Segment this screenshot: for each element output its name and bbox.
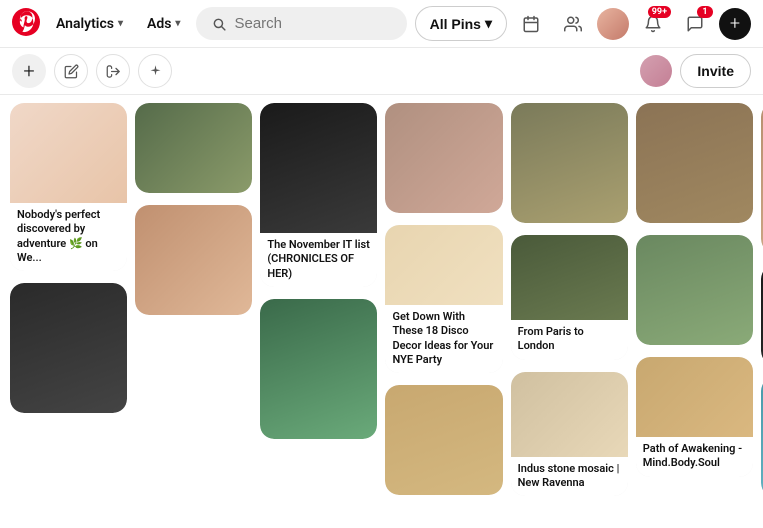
invite-user-avatar [640,55,672,87]
pin-card[interactable] [10,283,127,413]
search-input[interactable] [234,15,390,32]
nav-analytics[interactable]: Analytics ▾ [48,10,131,38]
pin-card[interactable] [135,205,252,315]
calendar-icon [522,15,540,33]
pin-card[interactable] [636,103,753,223]
nav-ads[interactable]: Ads ▾ [139,10,188,38]
pin-card[interactable]: Indus stone mosaic | New Ravenna [511,372,628,497]
invite-area: Invite [640,54,751,88]
notifications-badge: 99+ [648,6,671,18]
pin-card[interactable]: The November IT list (CHRONICLES OF HER) [260,103,377,287]
search-icon [212,16,226,32]
header-right: All Pins ▾ 99+ [415,6,751,42]
share-button[interactable] [96,54,130,88]
people-button[interactable] [555,6,591,42]
edit-button[interactable] [54,54,88,88]
analytics-chevron-icon: ▾ [118,18,123,29]
plus-button[interactable]: + [719,8,751,40]
all-pins-button[interactable]: All Pins ▾ [415,6,507,41]
pin-card[interactable]: Nobody's perfect discovered by adventure… [10,103,127,271]
calendar-button[interactable] [513,6,549,42]
pin-card[interactable]: From Paris to London [511,235,628,360]
edit-icon [64,64,79,79]
user-avatar[interactable] [597,8,629,40]
pin-card[interactable] [260,299,377,439]
analytics-label: Analytics [56,16,114,32]
messages-badge: 1 [697,6,713,18]
sparkle-icon [148,64,163,79]
search-bar [196,7,406,40]
add-section-button[interactable]: + [12,54,46,88]
pinterest-logo[interactable] [12,8,40,40]
pin-card[interactable] [385,385,502,495]
ads-label: Ads [147,16,171,32]
share-icon [106,64,121,79]
pin-card[interactable]: Get Down With These 18 Disco Decor Ideas… [385,225,502,373]
pin-card[interactable] [135,103,252,193]
settings-button[interactable] [138,54,172,88]
pin-card[interactable] [385,103,502,213]
invite-button[interactable]: Invite [680,54,751,88]
messages-button[interactable]: 1 [677,6,713,42]
all-pins-chevron-icon: ▾ [485,15,492,32]
pin-card[interactable] [636,235,753,345]
header: Analytics ▾ Ads ▾ All Pins ▾ [0,0,763,48]
ads-chevron-icon: ▾ [175,18,180,29]
toolbar: + Invite [0,48,763,95]
pin-card[interactable]: Path of Awakening - Mind.Body.Soul [636,357,753,477]
people-icon [564,15,582,33]
pin-card[interactable] [511,103,628,223]
notifications-button[interactable]: 99+ [635,6,671,42]
pins-grid: Nobody's perfect discovered by adventure… [0,95,763,525]
